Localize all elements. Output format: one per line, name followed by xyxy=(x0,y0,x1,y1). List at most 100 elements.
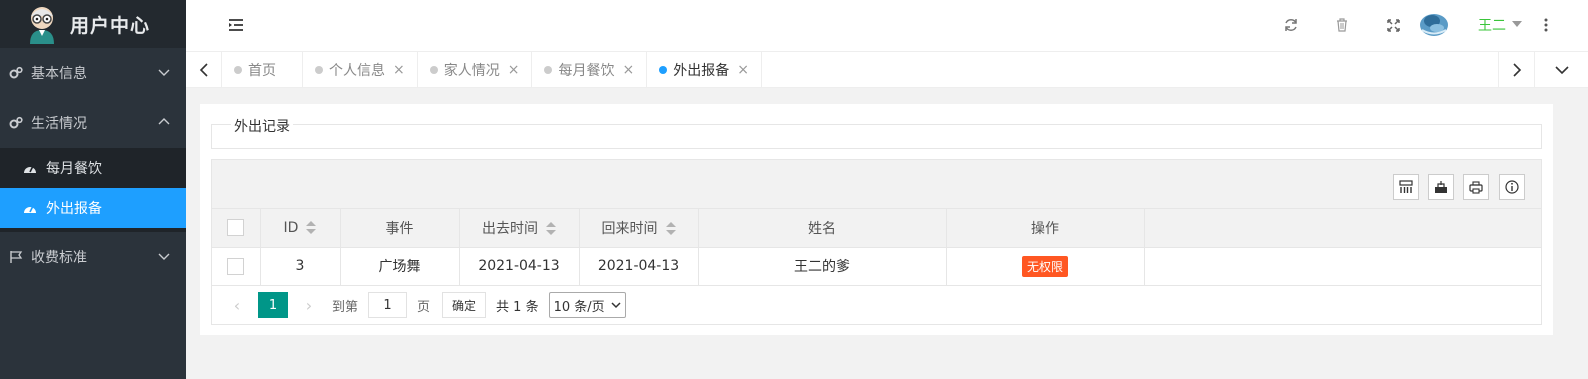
fieldset-outing-records: 外出记录 xyxy=(211,116,1542,149)
sidebar-item-label: 外出报备 xyxy=(46,201,102,217)
cell-event: 广场舞 xyxy=(340,247,460,286)
select-all-cell xyxy=(212,209,261,248)
tab-family-status[interactable]: 家人情况 × xyxy=(418,52,533,88)
sidebar-item-life-status[interactable]: 生活情况 xyxy=(0,98,186,148)
goto-page-input[interactable] xyxy=(368,292,408,318)
cell-back-time: 2021-04-13 xyxy=(579,247,699,286)
tab-scroll-right-button[interactable] xyxy=(1498,52,1534,88)
cell-name: 王二的爹 xyxy=(698,247,947,286)
dashboard-icon xyxy=(22,200,38,216)
sidebar-item-fee-standard[interactable]: 收费标准 xyxy=(0,232,186,282)
cell-filler xyxy=(1144,247,1541,286)
columns-icon xyxy=(1399,180,1413,193)
dashboard-icon xyxy=(22,160,38,176)
column-header-id[interactable]: ID xyxy=(260,209,341,248)
page-size-select[interactable]: 10 条/页 xyxy=(548,292,626,318)
row-select-cell xyxy=(212,247,261,286)
chevron-down-icon xyxy=(611,302,621,309)
flag-icon xyxy=(8,249,24,265)
columns-filter-button[interactable] xyxy=(1393,174,1419,200)
sidebar-item-label: 每月餐饮 xyxy=(46,161,102,177)
chevron-right-icon xyxy=(1512,63,1521,77)
export-button[interactable] xyxy=(1428,174,1454,200)
sort-icon[interactable] xyxy=(306,220,317,235)
app-title: 用户中心 xyxy=(70,14,151,37)
column-header-back-time[interactable]: 回来时间 xyxy=(579,209,699,248)
column-header-action: 操作 xyxy=(946,209,1145,248)
data-table: ID 事件 出去时间 回来时间 姓名 操作 3 广场舞 2021-04-13 2… xyxy=(211,159,1542,325)
sidebar-item-label: 生活情况 xyxy=(31,116,87,132)
tab-label: 家人情况 xyxy=(443,63,500,79)
fieldset-legend: 外出记录 xyxy=(231,116,293,136)
sidebar-item-basic-info[interactable]: 基本信息 xyxy=(0,48,186,98)
tab-personal-info[interactable]: 个人信息 × xyxy=(303,52,418,88)
goto-label: 到第 xyxy=(332,299,359,315)
main-content: 外出记录 ID 事件 出去时间 回来时间 姓名 操作 3 广场舞 2021-04… xyxy=(200,104,1553,335)
chevron-left-icon xyxy=(199,63,208,77)
info-button[interactable] xyxy=(1499,174,1525,200)
submenu-life-status: 每月餐饮 外出报备 xyxy=(0,148,186,232)
tab-label: 首页 xyxy=(248,63,276,79)
cell-out-time: 2021-04-13 xyxy=(459,247,580,286)
cell-action: 无权限 xyxy=(946,247,1145,286)
total-count: 共 1 条 xyxy=(496,299,539,315)
close-icon[interactable]: × xyxy=(508,62,520,78)
menu-toggle-icon[interactable] xyxy=(227,16,245,34)
close-icon[interactable]: × xyxy=(737,62,749,78)
tab-monthly-meals[interactable]: 每月餐饮 × xyxy=(532,52,648,88)
tab-dot xyxy=(315,66,323,74)
tab-label: 每月餐饮 xyxy=(558,63,615,79)
tab-dropdown-button[interactable] xyxy=(1534,52,1588,88)
top-header: 王二 xyxy=(186,0,1588,52)
page-size-value: 10 条/页 xyxy=(553,299,605,315)
logo-avatar-icon xyxy=(26,4,58,44)
tab-label: 外出报备 xyxy=(673,63,730,79)
column-header-filler xyxy=(1144,209,1541,248)
select-all-checkbox[interactable] xyxy=(227,219,245,237)
next-page-icon[interactable]: › xyxy=(300,296,318,315)
pagination: ‹ 1 › 到第 页 确定 共 1 条 10 条/页 xyxy=(212,286,1541,325)
user-name[interactable]: 王二 xyxy=(1478,15,1506,35)
sidebar-item-outing-report[interactable]: 外出报备 xyxy=(0,188,186,228)
export-icon xyxy=(1435,181,1447,193)
column-header-event: 事件 xyxy=(340,209,460,248)
chevron-down-icon xyxy=(158,250,170,262)
info-icon xyxy=(1505,180,1519,194)
records-table: ID 事件 出去时间 回来时间 姓名 操作 3 广场舞 2021-04-13 2… xyxy=(212,209,1541,286)
gears-icon xyxy=(8,115,24,131)
logo-area: 用户中心 xyxy=(0,0,186,48)
refresh-icon[interactable] xyxy=(1282,16,1300,34)
page-label: 页 xyxy=(417,299,431,315)
close-icon[interactable]: × xyxy=(393,62,405,78)
trash-icon[interactable] xyxy=(1333,16,1351,34)
column-header-out-time[interactable]: 出去时间 xyxy=(459,209,580,248)
tab-outing-report[interactable]: 外出报备 × xyxy=(647,52,762,88)
goto-confirm-button[interactable]: 确定 xyxy=(442,292,487,318)
no-permission-badge[interactable]: 无权限 xyxy=(1021,255,1068,277)
more-icon[interactable] xyxy=(1537,16,1555,34)
tab-home[interactable]: 首页 xyxy=(222,52,303,88)
tab-bar: 首页 个人信息 × 家人情况 × 每月餐饮 × 外出报备 × xyxy=(186,52,1588,88)
user-avatar[interactable] xyxy=(1419,10,1449,38)
gears-icon xyxy=(8,65,24,81)
close-icon[interactable]: × xyxy=(622,62,634,78)
tab-dot xyxy=(544,66,553,74)
caret-down-icon[interactable] xyxy=(1512,21,1522,27)
table-toolbar xyxy=(212,160,1541,209)
sidebar-item-monthly-meals[interactable]: 每月餐饮 xyxy=(0,148,186,188)
column-header-name: 姓名 xyxy=(698,209,947,248)
sidebar-item-label: 收费标准 xyxy=(31,250,87,266)
row-checkbox[interactable] xyxy=(227,257,245,275)
tab-scroll-left-button[interactable] xyxy=(186,52,222,88)
sort-icon[interactable] xyxy=(665,221,676,236)
prev-page-icon[interactable]: ‹ xyxy=(228,296,246,315)
print-icon xyxy=(1469,181,1483,194)
fullscreen-icon[interactable] xyxy=(1384,16,1402,34)
print-button[interactable] xyxy=(1463,174,1489,200)
tab-dot xyxy=(234,66,242,74)
tab-label: 个人信息 xyxy=(329,63,385,79)
chevron-up-icon xyxy=(158,116,170,128)
sort-icon[interactable] xyxy=(546,221,556,236)
page-number-current[interactable]: 1 xyxy=(258,292,288,318)
table-header-row: ID 事件 出去时间 回来时间 姓名 操作 xyxy=(212,209,1541,248)
